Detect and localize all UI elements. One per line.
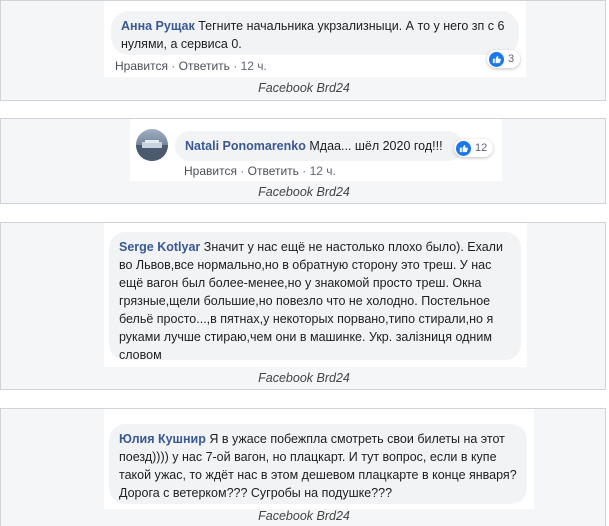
- comment-author[interactable]: Natali Ponomarenko: [185, 139, 306, 153]
- comment-card-1: Анна Рущак Тегните начальника укрзализны…: [0, 0, 606, 101]
- comment-text: Значит у нас ещё не настолько плохо было…: [119, 240, 503, 362]
- image-caption: Facebook Brd24: [258, 81, 350, 95]
- image-caption: Facebook Brd24: [258, 509, 350, 523]
- comment-time[interactable]: 12 ч.: [310, 164, 336, 178]
- comment-card-3: Serge Kotlyar Значит у нас ещё не настол…: [0, 222, 606, 390]
- like-link[interactable]: Нравится: [184, 164, 237, 178]
- reaction-badge[interactable]: 3: [487, 50, 521, 68]
- comment-bubble: Анна Рущак Тегните начальника укрзализны…: [111, 11, 519, 55]
- comment-text: Мдаа... шёл 2020 год!!!: [309, 139, 443, 153]
- comment-author[interactable]: Юлия Кушнир: [119, 432, 206, 446]
- like-link[interactable]: Нравится: [115, 59, 168, 73]
- user-avatar[interactable]: [136, 129, 168, 161]
- comment-bubble: Serge Kotlyar Значит у нас ещё не настол…: [109, 232, 521, 362]
- comment-author[interactable]: Serge Kotlyar: [119, 240, 200, 254]
- reply-link[interactable]: Ответить: [248, 164, 299, 178]
- comment-bubble: Юлия Кушнир Я в ужасе побежпла смотреть …: [109, 424, 527, 504]
- reaction-badge[interactable]: 12: [454, 139, 494, 157]
- comment-card-2: Natali Ponomarenko Мдаа... шёл 2020 год!…: [0, 118, 606, 204]
- reaction-count: 3: [508, 53, 515, 65]
- image-caption: Facebook Brd24: [258, 185, 350, 199]
- comment-actions: Нравится · Ответить · 12 ч.: [115, 59, 267, 73]
- comment-bubble: Natali Ponomarenko Мдаа... шёл 2020 год!…: [175, 131, 463, 161]
- thumbs-up-icon: [489, 51, 504, 67]
- comment-author[interactable]: Анна Рущак: [121, 19, 195, 33]
- comment-actions: Нравится · Ответить · 12 ч.: [184, 164, 336, 178]
- image-caption: Facebook Brd24: [258, 371, 350, 385]
- reaction-count: 12: [475, 142, 488, 154]
- reply-link[interactable]: Ответить: [179, 59, 230, 73]
- comment-card-4: Юлия Кушнир Я в ужасе побежпла смотреть …: [0, 408, 606, 526]
- comment-time[interactable]: 12 ч.: [241, 59, 267, 73]
- thumbs-up-icon: [456, 140, 471, 156]
